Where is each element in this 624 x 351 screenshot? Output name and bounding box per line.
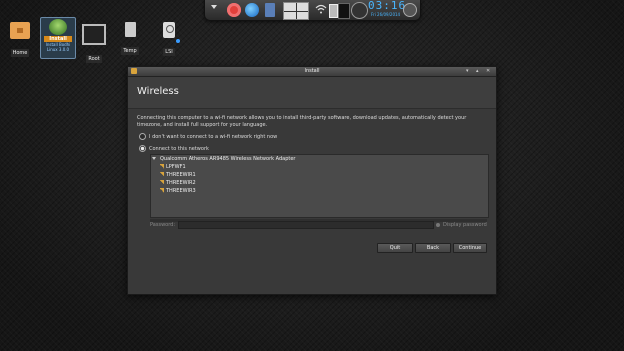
window-title: Install [304,68,320,74]
option-no-connect[interactable]: I don't want to connect to a wi-fi netwo… [139,133,277,140]
page-title: Wireless [137,86,179,97]
password-label: Password: [150,222,176,228]
clock-time[interactable]: 03:16 [368,0,406,11]
document-icon[interactable] [265,3,275,17]
installer-icon [49,19,67,35]
mounted-badge-icon [176,39,180,43]
desktop-icon-label: Home [10,49,30,57]
password-input[interactable] [178,221,434,229]
display-password-label: Display password [443,222,487,228]
radio-connect[interactable] [139,145,146,152]
user-avatar-icon[interactable] [351,2,368,19]
network-item[interactable]: THREEWIR2 [160,180,196,186]
network-list: Qualcomm Atheros AR9485 Wireless Network… [150,154,489,218]
desktop-icon-lsi[interactable]: LSI [154,22,184,57]
signal-icon [160,180,164,185]
trash-icon [124,22,136,37]
desktop-icon-temp[interactable]: Temp [115,22,145,56]
description-text: Connecting this computer to a wi-fi netw… [137,115,467,128]
install-window: Install ▾ ▴ ✕ Wireless Connecting this c… [127,66,497,295]
adapter-row[interactable]: Qualcomm Atheros AR9485 Wireless Network… [151,156,295,162]
wifi-icon[interactable] [315,4,327,14]
window-titlebar[interactable]: Install ▾ ▴ ✕ [128,67,496,77]
close-icon[interactable]: ✕ [486,68,490,74]
option-connect[interactable]: Connect to this network [139,145,209,152]
wireless-page: Connecting this computer to a wi-fi netw… [128,108,496,294]
top-dock: 03:16 Fri 26/09/2014 [204,0,421,21]
quit-button[interactable]: Quit [377,243,413,253]
computer-icon [82,24,106,45]
adapter-label: Qualcomm Atheros AR9485 Wireless Network… [160,156,296,162]
terminal-icon[interactable] [338,3,350,19]
record-icon[interactable] [227,3,241,17]
expand-arrow-icon[interactable] [152,157,156,160]
workspace-switcher-icon[interactable] [283,2,309,20]
page-header: Wireless [128,77,496,108]
power-icon[interactable] [403,3,417,17]
home-folder-icon [10,22,30,39]
continue-button[interactable]: Continue [453,243,487,253]
network-item[interactable]: THREEWIR3 [160,188,196,194]
network-item[interactable]: LPFWF1 [160,164,186,170]
signal-icon [160,188,164,193]
dock-menu-arrow-icon[interactable] [211,5,217,9]
option-label: I don't want to connect to a wi-fi netwo… [149,134,278,140]
maximize-icon[interactable]: ▴ [476,68,479,74]
signal-icon [160,172,164,177]
display-password-checkbox[interactable] [436,223,440,227]
network-name: THREEWIR3 [166,188,196,194]
web-browser-icon[interactable] [245,3,259,17]
desktop-icon-root[interactable]: Root [79,22,109,64]
desktop-icon-label: Temp [121,47,139,55]
radio-no-connect[interactable] [139,133,146,140]
desktop-icon-label: LSI [163,48,175,56]
minimize-icon[interactable]: ▾ [466,68,469,74]
battery-icon[interactable] [329,4,338,18]
network-name: LPFWF1 [166,164,186,170]
signal-icon [160,164,164,169]
network-item[interactable]: THREEWIR1 [160,172,196,178]
network-name: THREEWIR1 [166,172,196,178]
option-label: Connect to this network [149,146,209,152]
desktop-icon-sublabel: Install Bodhi Linux 3.0.0 [45,42,71,52]
desktop-icon-home[interactable]: Home [5,22,35,58]
drive-icon [163,22,175,38]
network-name: THREEWIR2 [166,180,196,186]
clock-date: Fri 26/09/2014 [371,12,401,17]
desktop-icon-install[interactable]: Install Install Bodhi Linux 3.0.0 [40,17,76,59]
desktop-icon-label: Root [86,55,102,63]
back-button[interactable]: Back [415,243,451,253]
